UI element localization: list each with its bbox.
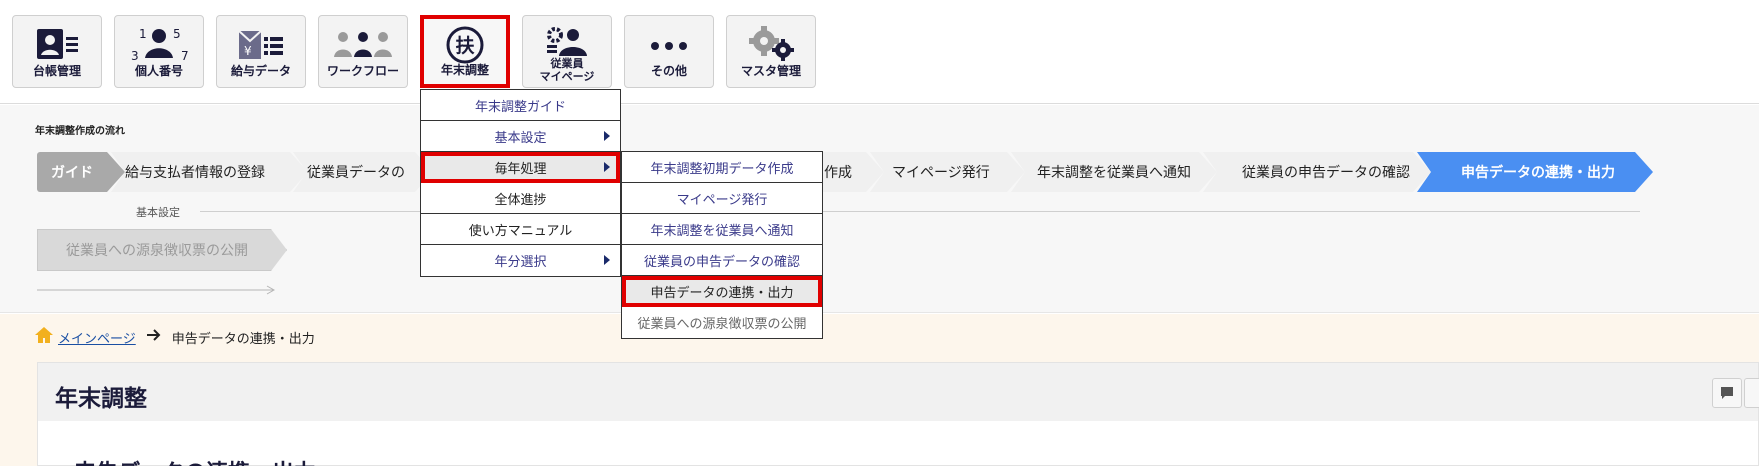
basic-setting-label: 基本設定 — [130, 204, 186, 220]
flow-step-guide-label: ガイド — [51, 165, 93, 181]
flow-step-label: 給与支払者情報の登録 — [125, 165, 265, 181]
year-end-adjustment-label: 年末調整 — [440, 63, 489, 77]
menu-item-overall-progress[interactable]: 全体進捗 — [421, 183, 620, 214]
menu-item-year-select[interactable]: 年分選択 — [421, 245, 620, 276]
gear-icon — [727, 24, 815, 64]
workflow-button[interactable]: ワークフロー — [318, 15, 408, 88]
submenu-item-notify[interactable]: 年末調整を従業員へ通知 — [622, 214, 822, 245]
breadcrumb-home-link[interactable]: メインページ — [58, 328, 136, 347]
payroll-data-label: 給与データ — [230, 64, 291, 78]
fu-support-icon: 扶 — [424, 25, 506, 65]
submenu-item-mypage-issue[interactable]: マイページ発行 — [622, 183, 822, 214]
employee-mypage-label: 従業員 マイページ — [523, 57, 611, 83]
annual-processing-submenu: 年末調整初期データ作成 マイページ発行 年末調整を従業員へ通知 従業員の申告デー… — [621, 151, 823, 339]
submenu-item-label: 従業員の申告データの確認 — [643, 254, 800, 270]
digit-5: 5 — [173, 27, 181, 41]
master-settings-label: マスタ管理 — [740, 64, 801, 78]
ledger-button[interactable]: 台帳管理 — [12, 15, 102, 88]
menu-item-guide[interactable]: 年末調整ガイド — [421, 90, 620, 121]
page-title: 年末調整 — [55, 386, 147, 412]
breadcrumb: メインページ 申告データの連携・出力 — [34, 326, 315, 348]
employee-mypage-label-line2: マイページ — [539, 70, 595, 83]
flow-step-link-output[interactable]: 申告データの連携・出力 — [1417, 152, 1653, 192]
submenu-item-label: 従業員への源泉徴収票の公開 — [637, 317, 807, 332]
hide-comment-button[interactable] — [1744, 378, 1759, 408]
submenu-arrow-icon — [604, 131, 610, 141]
breadcrumb-current: 申告データの連携・出力 — [171, 331, 315, 347]
section-subtitle: 申告データの連携・出力 — [74, 455, 316, 466]
main-toolbar: 台帳管理 1 5 3 7 個人番号 ¥ 給与データ ワークフロー 扶 年末調整 — [0, 0, 1759, 104]
submenu-item-publish[interactable]: 従業員への源泉徴収票の公開 — [622, 307, 822, 338]
payroll-data-button[interactable]: ¥ 給与データ — [216, 15, 306, 88]
submenu-item-label: マイページ発行 — [676, 192, 768, 208]
home-icon — [34, 326, 54, 348]
my-number-button[interactable]: 1 5 3 7 個人番号 — [114, 15, 204, 88]
other-label: その他 — [650, 64, 687, 78]
master-settings-button[interactable]: マスタ管理 — [726, 15, 816, 88]
employee-mypage-button[interactable]: 従業員 マイページ — [522, 15, 612, 88]
flow-title: 年末調整作成の流れ — [35, 126, 125, 137]
menu-item-label: 毎年処理 — [494, 161, 547, 177]
flow-step-guide[interactable]: ガイド — [37, 152, 125, 192]
flow-step-label: 従業員への源泉徴収票の公開 — [66, 243, 248, 259]
submenu-arrow-icon — [604, 162, 610, 172]
flow-step-label: 申告データの連携・出力 — [1461, 165, 1615, 181]
workflow-label: ワークフロー — [326, 64, 399, 78]
ledger-label: 台帳管理 — [32, 64, 81, 78]
menu-item-label: 使い方マニュアル — [468, 223, 573, 239]
main-header: 年末調整 — [38, 363, 1759, 421]
flow-step-employee-data[interactable]: 従業員データの — [293, 152, 433, 192]
flow-step-label: 従業員の申告データの確認 — [1242, 165, 1410, 181]
submenu-item-link-output[interactable]: 申告データの連携・出力 — [622, 276, 822, 307]
payroll-icon: ¥ — [217, 24, 305, 64]
menu-item-annual-processing[interactable]: 毎年処理 — [421, 152, 620, 183]
comment-icon — [1721, 387, 1733, 399]
flow-section: 年末調整作成の流れ ガイド 給与支払者情報の登録 従業員データの 作成 マイペー… — [0, 105, 1759, 313]
arrow-right-icon — [146, 329, 162, 345]
employee-mypage-icon — [523, 22, 611, 62]
flow-step-label: 年末調整を従業員へ通知 — [1037, 165, 1191, 181]
year-end-adjustment-button[interactable]: 扶 年末調整 — [420, 15, 510, 88]
employee-mypage-label-line1: 従業員 — [550, 57, 584, 70]
my-number-label: 個人番号 — [134, 64, 183, 78]
submenu-arrow-icon — [604, 255, 610, 265]
flow-step-label: マイページ発行 — [892, 165, 990, 181]
menu-item-basic-settings[interactable]: 基本設定 — [421, 121, 620, 152]
my-number-icon: 1 5 3 7 — [115, 24, 203, 64]
basic-setting-divider — [200, 211, 1640, 212]
year-end-menu: 年末調整ガイド 基本設定 毎年処理 全体進捗 使い方マニュアル 年分選択 — [420, 89, 621, 277]
submenu-item-confirm[interactable]: 従業員の申告データの確認 — [622, 245, 822, 276]
yen-glyph: ¥ — [244, 44, 252, 58]
flow-step-publish-withholding[interactable]: 従業員への源泉徴収票の公開 — [37, 229, 287, 271]
menu-item-label: 全体進捗 — [494, 192, 547, 208]
fu-glyph: 扶 — [455, 34, 475, 57]
submenu-item-label: 年末調整初期データ作成 — [650, 161, 794, 177]
main-panel: 年末調整 申告データの連携・出力 — [37, 362, 1759, 466]
progress-arrow-icon — [37, 285, 276, 295]
comment-button[interactable] — [1712, 378, 1742, 408]
flow-step-notify-employees[interactable]: 年末調整を従業員へ通知 — [1011, 152, 1217, 192]
digit-7: 7 — [181, 49, 189, 63]
ledger-icon — [13, 24, 101, 64]
flow-step-confirm-declarations[interactable]: 従業員の申告データの確認 — [1203, 152, 1431, 192]
submenu-item-label: 申告データの連携・出力 — [650, 285, 794, 301]
flow-step-label: 従業員データの — [307, 165, 405, 181]
workflow-icon — [319, 24, 407, 64]
other-button[interactable]: その他 — [624, 15, 714, 88]
flow-step-label: 作成 — [824, 165, 852, 181]
menu-item-label: 年分選択 — [494, 255, 547, 270]
menu-item-manual[interactable]: 使い方マニュアル — [421, 214, 620, 245]
menu-item-label: 基本設定 — [494, 130, 547, 146]
flow-step-mypage-issue[interactable]: マイページ発行 — [870, 152, 1025, 192]
digit-1: 1 — [139, 27, 147, 41]
more-dots-icon — [625, 24, 713, 64]
menu-item-label: 年末調整ガイド — [474, 99, 566, 115]
submenu-item-label: 年末調整を従業員へ通知 — [650, 223, 794, 239]
submenu-item-initial-data[interactable]: 年末調整初期データ作成 — [622, 152, 822, 183]
digit-3: 3 — [131, 49, 139, 63]
flow-step-payer-info[interactable]: 給与支払者情報の登録 — [111, 152, 308, 192]
